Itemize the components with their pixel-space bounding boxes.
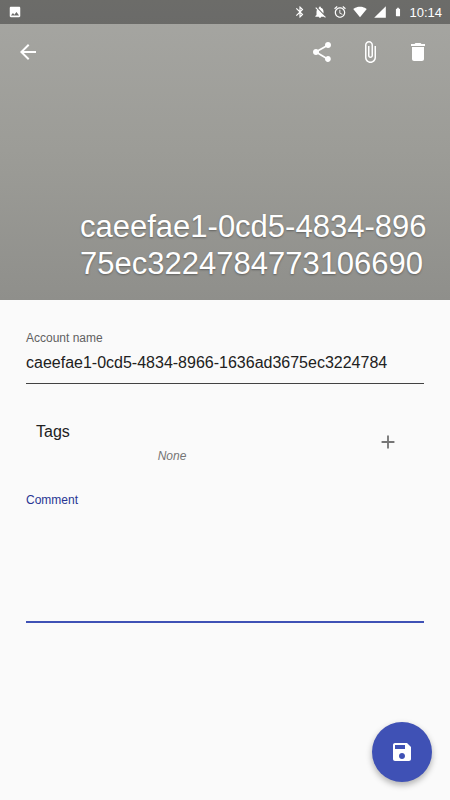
comment-field: Comment	[26, 492, 424, 623]
delete-button[interactable]	[394, 28, 442, 76]
account-name-field: Account name caeefae1-0cd5-4834-8966-1636…	[26, 300, 424, 384]
alarm-icon	[333, 5, 347, 19]
account-name-input[interactable]: caeefae1-0cd5-4834-8966-1636ad3675ec3224…	[26, 352, 424, 384]
comment-input[interactable]	[26, 508, 424, 623]
paperclip-icon	[358, 40, 382, 64]
save-button[interactable]	[372, 722, 432, 782]
account-name-label: Account name	[26, 330, 424, 346]
status-time: 10:14	[409, 5, 442, 20]
plus-icon	[377, 431, 399, 453]
account-form: Account name caeefae1-0cd5-4834-8966-1636…	[0, 300, 450, 623]
tags-row: Tags None	[26, 420, 424, 464]
back-button[interactable]	[16, 28, 40, 76]
tags-label: Tags	[36, 421, 368, 443]
bluetooth-icon	[293, 5, 307, 19]
back-arrow-icon	[16, 40, 40, 64]
comment-label: Comment	[26, 492, 424, 508]
save-icon	[390, 740, 414, 764]
toolbar	[0, 24, 450, 80]
title-line: caeefae1-0cd5-4834-896	[80, 208, 450, 245]
wifi-icon	[353, 5, 367, 19]
share-icon	[310, 40, 334, 64]
tags-value: None	[36, 449, 368, 463]
add-tag-button[interactable]	[368, 422, 408, 462]
mute-icon	[313, 5, 327, 19]
trash-icon	[406, 40, 430, 64]
title-line: 75ec3224784773106690	[80, 245, 450, 282]
battery-icon	[393, 5, 403, 19]
attach-button[interactable]	[346, 28, 394, 76]
header-title: caeefae1-0cd5-4834-89675ec32247847731066…	[0, 80, 450, 282]
image-notification-icon	[8, 5, 22, 19]
share-button[interactable]	[298, 28, 346, 76]
tags-section: Tags None	[26, 421, 368, 463]
status-bar: 10:14	[0, 0, 450, 24]
signal-icon	[373, 5, 387, 19]
photo-header: 10:14 caeefae1-0cd5-4834-89675ec322478477…	[0, 0, 450, 300]
